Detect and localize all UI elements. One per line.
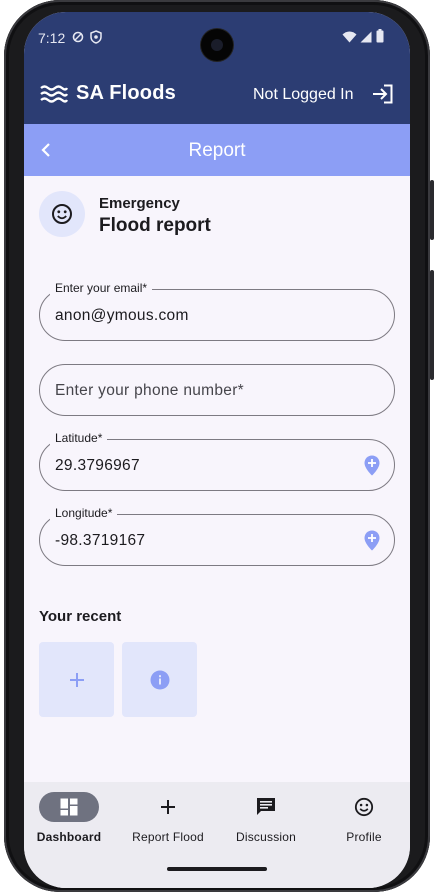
title-bar: Report	[24, 124, 410, 176]
phone-placeholder[interactable]: Enter your phone number*	[55, 382, 244, 400]
phone-field[interactable]: Enter your phone number*	[39, 364, 395, 416]
header-title: Flood report	[99, 215, 211, 236]
screen: 7:12 SA Floods Not Logged In Report Emer…	[24, 12, 410, 888]
avatar	[39, 191, 85, 237]
nav-indicator	[39, 792, 99, 822]
bottom-nav: Dashboard Report Flood Discussion Profil…	[24, 782, 410, 888]
header-overline: Emergency	[99, 195, 180, 212]
dashboard-icon	[60, 798, 78, 816]
volume-button	[430, 180, 434, 240]
longitude-field[interactable]: Longitude* -98.3719167	[39, 506, 395, 566]
longitude-label: Longitude*	[50, 506, 118, 520]
data-saver-icon	[72, 31, 84, 43]
smiley-face-icon	[354, 797, 374, 817]
nav-label-profile: Profile	[346, 830, 382, 844]
nav-label-dashboard: Dashboard	[36, 830, 102, 844]
recent-title: Your recent	[39, 608, 122, 625]
nav-item-report-flood[interactable]: Report Flood	[120, 792, 216, 844]
email-value[interactable]: anon@ymous.com	[55, 307, 189, 325]
waves-icon	[40, 84, 68, 103]
app-bar: SA Floods Not Logged In	[24, 64, 410, 124]
latitude-value[interactable]: 29.3796967	[55, 457, 140, 475]
battery-icon	[376, 29, 384, 43]
nav-item-discussion[interactable]: Discussion	[218, 792, 314, 844]
plus-icon	[69, 672, 84, 687]
signal-icon	[360, 31, 372, 43]
page-title: Report	[188, 140, 246, 161]
power-button	[430, 270, 434, 380]
longitude-value[interactable]: -98.3719167	[55, 532, 145, 550]
smiley-face-icon	[52, 204, 72, 224]
info-icon	[150, 670, 169, 689]
nav-icon-wrap	[236, 792, 296, 822]
shield-icon	[90, 30, 102, 44]
login-icon[interactable]	[372, 84, 394, 104]
add-location-icon[interactable]	[364, 530, 380, 551]
nav-label-discussion: Discussion	[235, 830, 297, 844]
chat-icon	[257, 798, 275, 815]
app-title: SA Floods	[76, 82, 176, 104]
status-time: 7:12	[38, 30, 66, 46]
info-tile[interactable]	[122, 642, 197, 717]
brand: SA Floods	[40, 82, 176, 105]
latitude-label: Latitude*	[50, 431, 108, 445]
add-report-tile[interactable]	[39, 642, 114, 717]
email-label: Enter your email*	[50, 281, 153, 295]
home-indicator[interactable]	[167, 867, 267, 871]
front-camera	[201, 29, 233, 61]
nav-label-report-flood: Report Flood	[132, 830, 204, 844]
latitude-field[interactable]: Latitude* 29.3796967	[39, 431, 395, 491]
wifi-icon	[342, 31, 357, 43]
login-status[interactable]: Not Logged In	[253, 86, 354, 104]
email-field[interactable]: Enter your email* anon@ymous.com	[39, 281, 395, 341]
add-location-icon[interactable]	[364, 455, 380, 476]
nav-item-profile[interactable]: Profile	[316, 792, 410, 844]
nav-item-dashboard[interactable]: Dashboard	[24, 792, 117, 844]
nav-icon-wrap	[138, 792, 198, 822]
status-bar: 7:12	[24, 12, 410, 64]
plus-icon	[161, 800, 175, 814]
nav-icon-wrap	[334, 792, 394, 822]
